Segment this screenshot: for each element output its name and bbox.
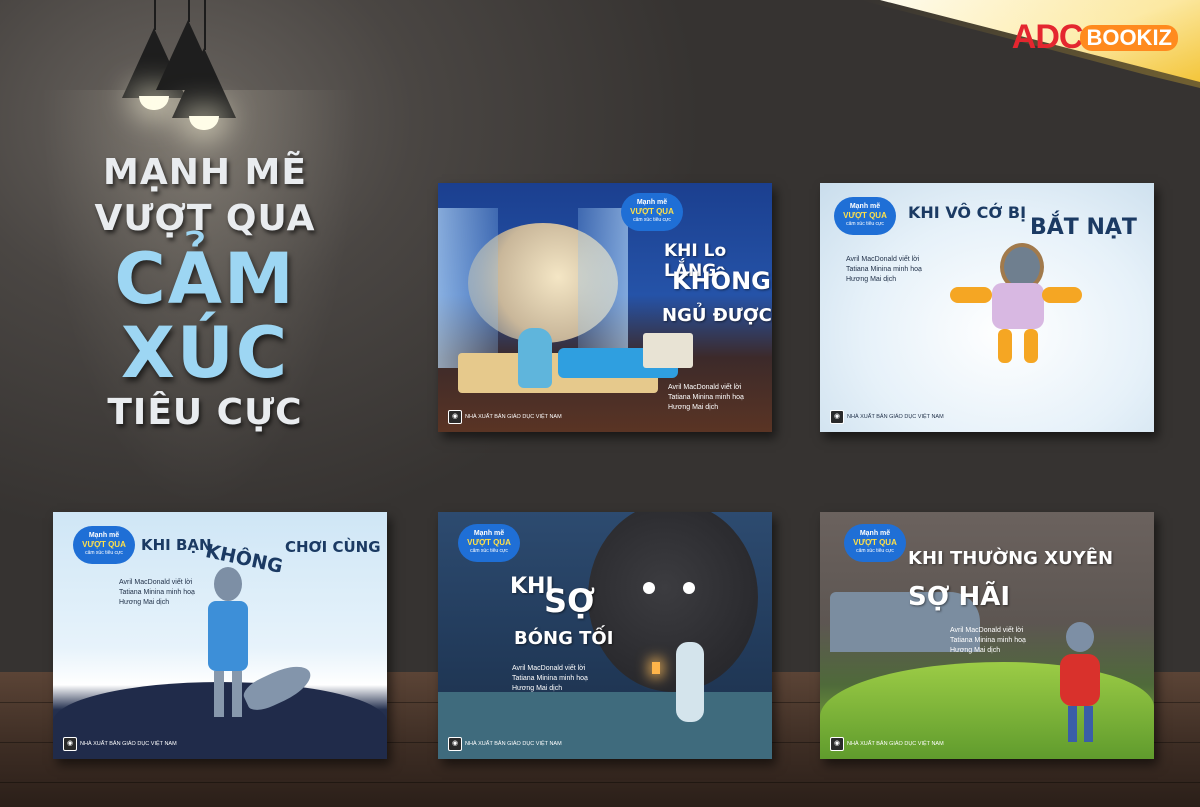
series-badge: Mạnh mẽ VƯỢT QUA cảm xúc tiêu cực xyxy=(73,526,135,564)
brand-logo-adc: ADC xyxy=(1011,18,1084,56)
book-credits: Avril MacDonald viết lời Tatiana Minina … xyxy=(512,664,588,694)
book-title: NGỦ ĐƯỢC xyxy=(662,305,772,326)
series-badge-bottom: cảm xúc tiêu cực xyxy=(846,221,884,227)
book-illustrator: Tatiana Minina minh hoạ xyxy=(512,675,588,682)
publisher: ◉ NHÀ XUẤT BẢN GIÁO DỤC VIỆT NAM xyxy=(63,737,177,751)
publisher-name: NHÀ XUẤT BẢN GIÁO DỤC VIỆT NAM xyxy=(847,414,944,420)
publisher: ◉ NHÀ XUẤT BẢN GIÁO DỤC VIỆT NAM xyxy=(830,737,944,751)
series-badge-mid: VƯỢT QUA xyxy=(82,540,126,549)
series-badge-mid: VƯỢT QUA xyxy=(630,207,674,216)
brand-logo-bookiz: BOOKIZ xyxy=(1080,24,1178,51)
publisher-logo-icon: ◉ xyxy=(830,410,844,424)
publisher-logo-icon: ◉ xyxy=(448,410,462,424)
book-illustrator: Tatiana Minina minh hoạ xyxy=(119,589,195,596)
series-badge-top: Mạnh mẽ xyxy=(859,530,891,537)
publisher-logo-icon: ◉ xyxy=(830,737,844,751)
brand-logo[interactable]: ADC BOOKIZ xyxy=(1012,18,1178,57)
book-translator: Hương Mai dịch xyxy=(846,276,897,283)
book-author: Avril MacDonald viết lời xyxy=(668,384,742,391)
wolf-character xyxy=(518,328,552,388)
book-cover[interactable]: Mạnh mẽ VƯỢT QUA cảm xúc tiêu cực KHI SỢ… xyxy=(438,512,772,759)
lamp-cord xyxy=(188,0,190,22)
book-cover[interactable]: Mạnh mẽ VƯỢT QUA cảm xúc tiêu cực KHI Lo… xyxy=(438,183,772,432)
series-badge: Mạnh mẽ VƯỢT QUA cảm xúc tiêu cực xyxy=(834,197,896,235)
book-cover[interactable]: Mạnh mẽ VƯỢT QUA cảm xúc tiêu cực KHI BẠ… xyxy=(53,512,387,759)
headline-line: TIÊU CỰC xyxy=(107,392,303,433)
publisher-name: NHÀ XUẤT BẢN GIÁO DỤC VIỆT NAM xyxy=(847,741,944,747)
floor-plank-line xyxy=(0,782,1200,783)
series-badge-bottom: cảm xúc tiêu cực xyxy=(470,548,508,554)
series-badge-mid: VƯỢT QUA xyxy=(853,538,897,547)
publisher-name: NHÀ XUẤT BẢN GIÁO DỤC VIỆT NAM xyxy=(80,741,177,747)
lamp-cord xyxy=(204,0,206,50)
series-badge: Mạnh mẽ VƯỢT QUA cảm xúc tiêu cực xyxy=(844,524,906,562)
series-badge: Mạnh mẽ VƯỢT QUA cảm xúc tiêu cực xyxy=(621,193,683,231)
book-author: Avril MacDonald viết lời xyxy=(119,579,193,586)
series-badge-mid: VƯỢT QUA xyxy=(467,538,511,547)
book-translator: Hương Mai dịch xyxy=(512,685,563,692)
book-author: Avril MacDonald viết lời xyxy=(512,665,586,672)
wolf-character xyxy=(950,243,1082,363)
book-title: KHI BẠN xyxy=(141,536,212,554)
series-badge-top: Mạnh mẽ xyxy=(636,199,668,206)
series-badge-bottom: cảm xúc tiêu cực xyxy=(856,548,894,554)
book-illustrator: Tatiana Minina minh hoạ xyxy=(950,637,1026,644)
nightstand-illustration xyxy=(643,333,693,368)
book-credits: Avril MacDonald viết lời Tatiana Minina … xyxy=(846,255,922,285)
book-title: SỢ xyxy=(544,582,595,620)
lantern-icon xyxy=(652,662,660,674)
book-title: KHI THƯỜNG XUYÊN xyxy=(908,548,1114,569)
headline-accent: XÚC xyxy=(120,312,290,394)
book-title: BẮT NẠT xyxy=(1030,215,1137,240)
publisher: ◉ NHÀ XUẤT BẢN GIÁO DỤC VIỆT NAM xyxy=(830,410,944,424)
publisher: ◉ NHÀ XUẤT BẢN GIÁO DỤC VIỆT NAM xyxy=(448,737,562,751)
publisher-name: NHÀ XUẤT BẢN GIÁO DỤC VIỆT NAM xyxy=(465,414,562,420)
wolf-character xyxy=(208,567,248,717)
book-illustrator: Tatiana Minina minh hoạ xyxy=(846,266,922,273)
series-badge-mid: VƯỢT QUA xyxy=(843,211,887,220)
shadow-monster-illustration xyxy=(588,512,758,692)
series-badge-top: Mạnh mẽ xyxy=(849,203,881,210)
book-translator: Hương Mai dịch xyxy=(668,404,719,411)
headline-line: VƯỢT QUA xyxy=(94,198,316,239)
book-credits: Avril MacDonald viết lời Tatiana Minina … xyxy=(119,578,195,608)
wolf-character xyxy=(676,642,704,722)
publisher-logo-icon: ◉ xyxy=(63,737,77,751)
book-author: Avril MacDonald viết lời xyxy=(846,256,920,263)
series-badge: Mạnh mẽ VƯỢT QUA cảm xúc tiêu cực xyxy=(458,524,520,562)
wolf-character xyxy=(1060,622,1100,742)
lamp-shade-icon xyxy=(172,48,236,118)
series-badge-top: Mạnh mẽ xyxy=(88,532,120,539)
curtain-illustration xyxy=(438,208,498,368)
book-title: KHI VÔ CỚ BỊ xyxy=(908,203,1027,222)
book-title: SỢ HÃI xyxy=(908,582,1011,612)
curtain-illustration xyxy=(578,208,628,358)
publisher-name: NHÀ XUẤT BẢN GIÁO DỤC VIỆT NAM xyxy=(465,741,562,747)
publisher: ◉ NHÀ XUẤT BẢN GIÁO DỤC VIỆT NAM xyxy=(448,410,562,424)
headline-accent: CẢM xyxy=(114,238,296,320)
headline: MẠNH MẼ VƯỢT QUA CẢM XÚC TIÊU CỰC xyxy=(60,150,350,436)
book-credits: Avril MacDonald viết lời Tatiana Minina … xyxy=(950,626,1026,656)
series-badge-top: Mạnh mẽ xyxy=(473,530,505,537)
book-cover[interactable]: Mạnh mẽ VƯỢT QUA cảm xúc tiêu cực KHI VÔ… xyxy=(820,183,1154,432)
publisher-logo-icon: ◉ xyxy=(448,737,462,751)
headline-line: MẠNH MẼ xyxy=(103,152,307,193)
book-title: CHƠI CÙNG xyxy=(285,538,381,556)
book-translator: Hương Mai dịch xyxy=(950,647,1001,654)
series-badge-bottom: cảm xúc tiêu cực xyxy=(85,550,123,556)
book-translator: Hương Mai dịch xyxy=(119,599,170,606)
book-credits: Avril MacDonald viết lời Tatiana Minina … xyxy=(668,383,744,413)
book-illustrator: Tatiana Minina minh hoạ xyxy=(668,394,744,401)
book-title: BÓNG TỐI xyxy=(514,628,614,649)
book-cover[interactable]: Mạnh mẽ VƯỢT QUA cảm xúc tiêu cực KHI TH… xyxy=(820,512,1154,759)
book-author: Avril MacDonald viết lời xyxy=(950,627,1024,634)
series-badge-bottom: cảm xúc tiêu cực xyxy=(633,217,671,223)
book-title: KHÔNG xyxy=(672,267,771,295)
